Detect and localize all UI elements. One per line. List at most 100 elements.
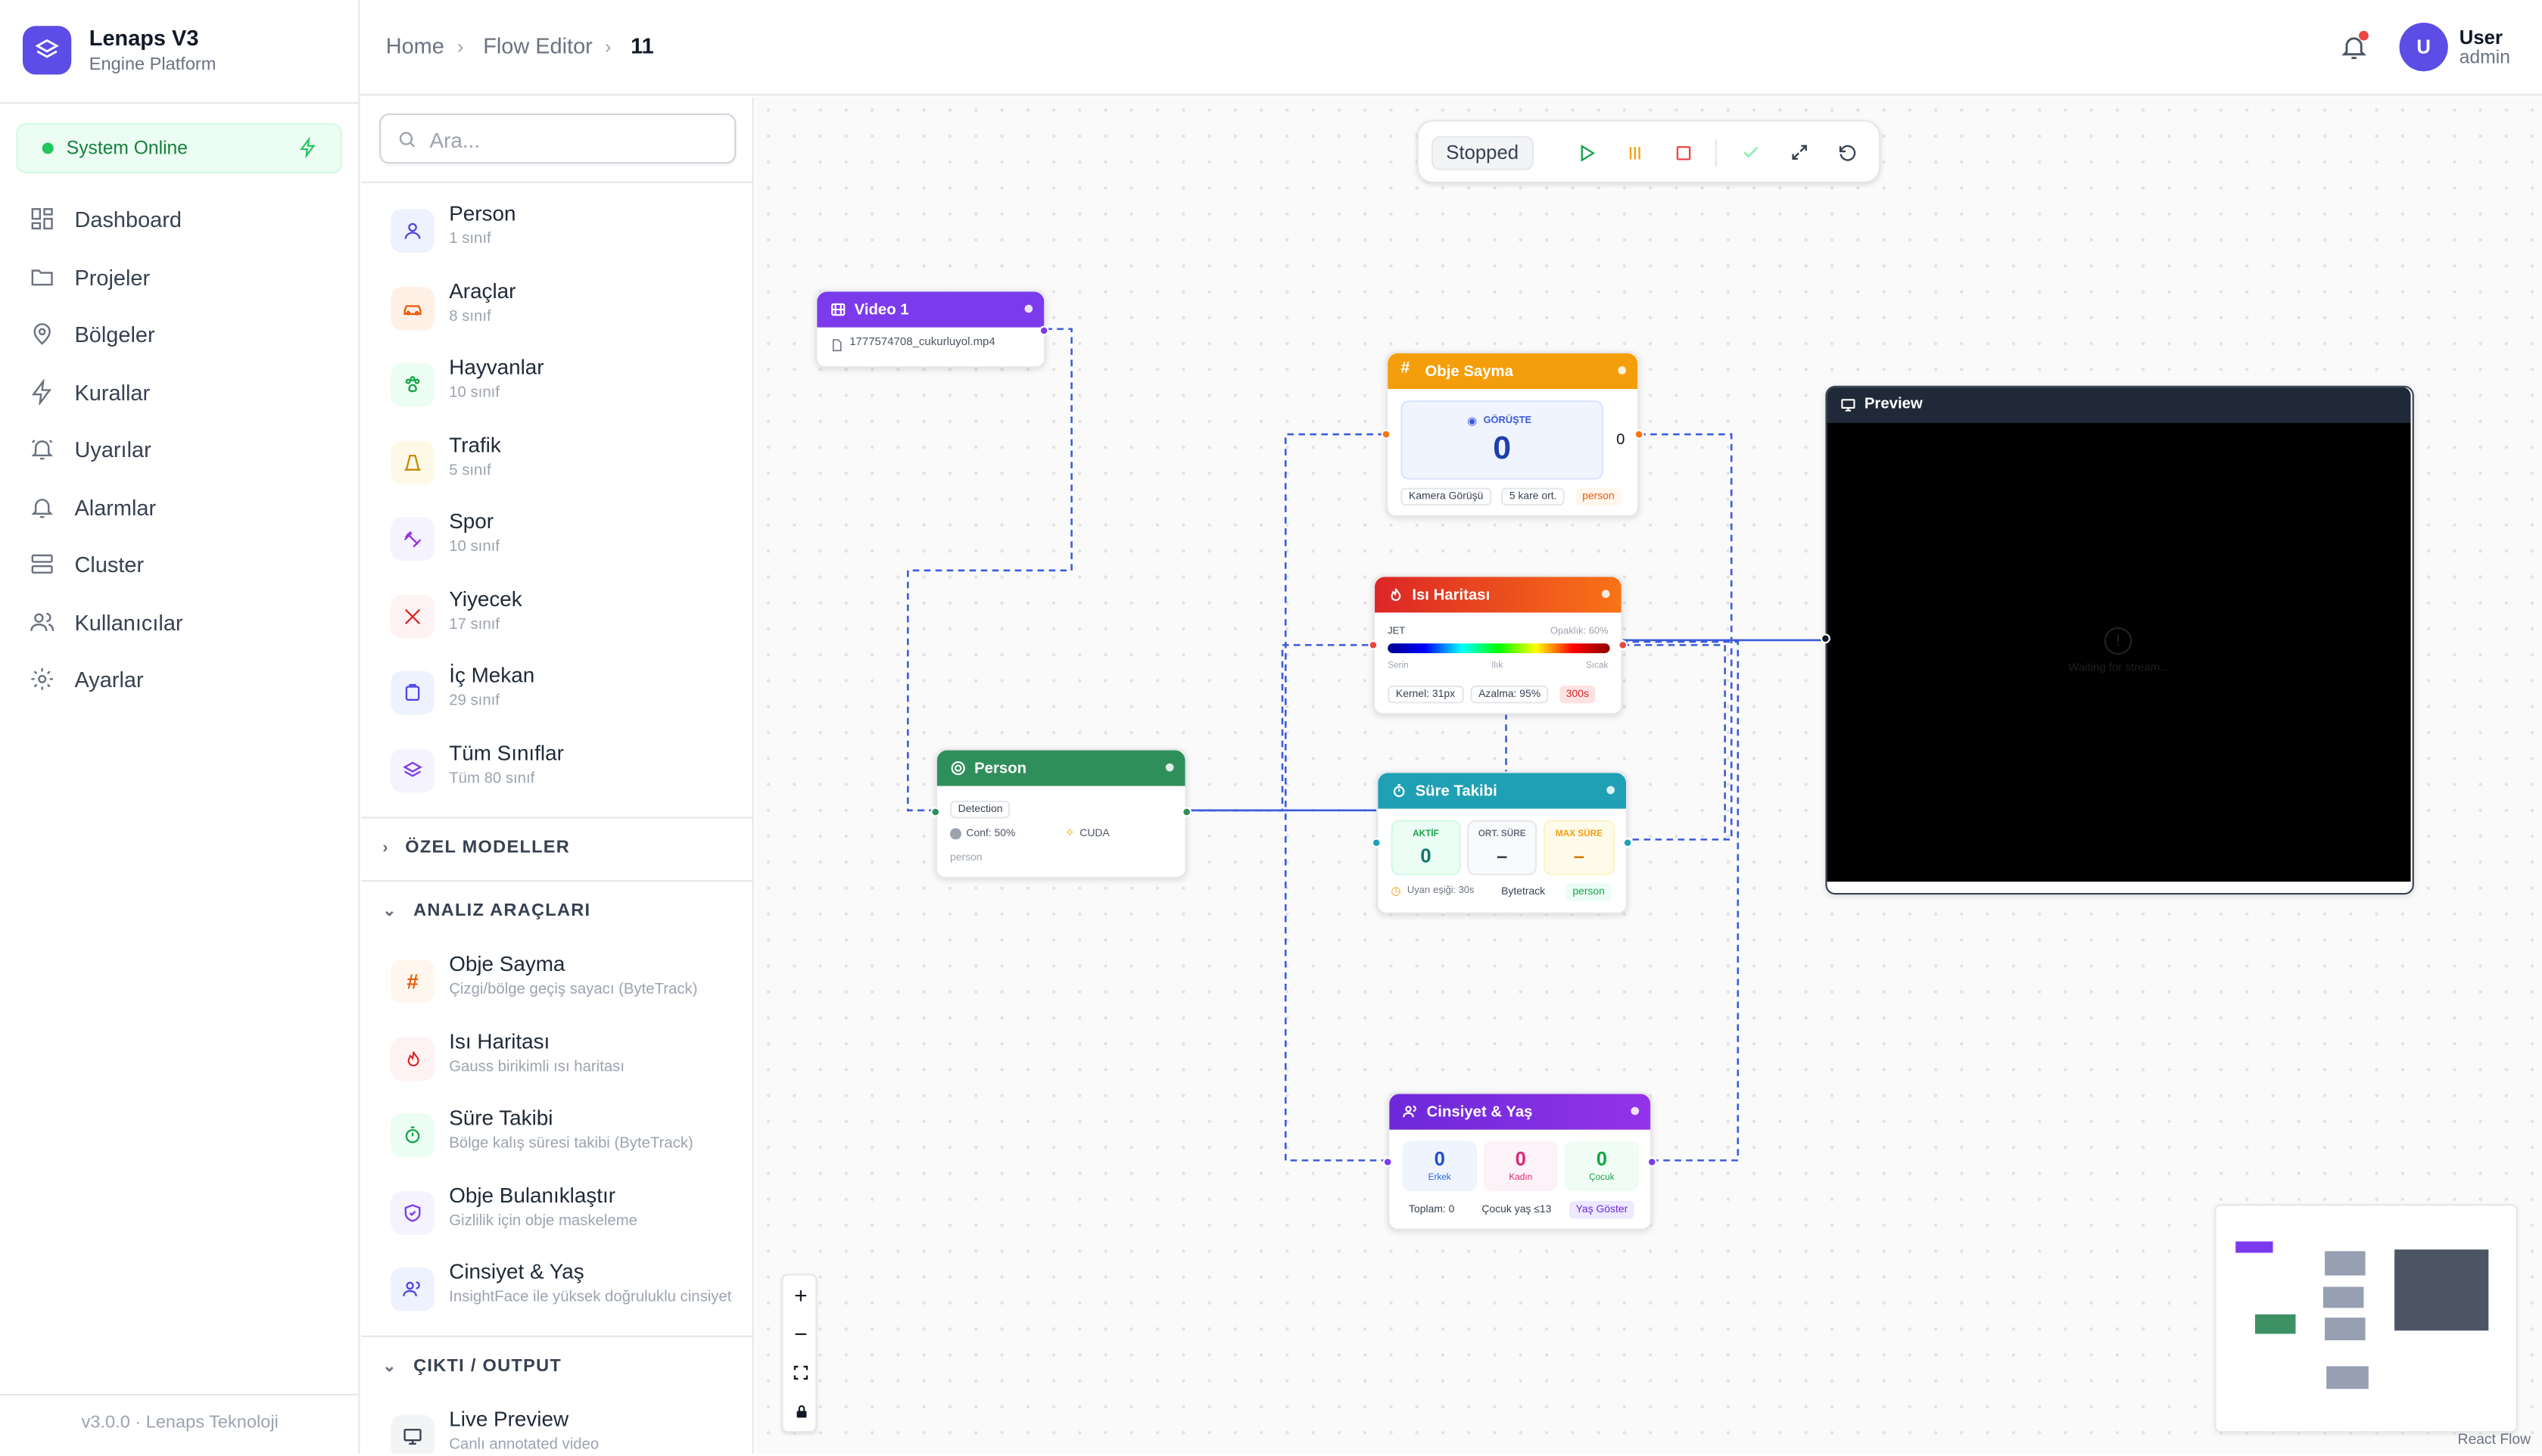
palette-item-araclar[interactable]: Araçlar 8 sınıf bbox=[391, 278, 752, 347]
node-header: Video 1 bbox=[817, 291, 1045, 328]
edge-person-gender[interactable] bbox=[1186, 809, 1390, 1162]
play-button[interactable] bbox=[1572, 139, 1598, 165]
palette-item-trafik[interactable]: Trafik 5 sınıf bbox=[391, 433, 752, 501]
palette-item-isi-haritasi[interactable]: Isı Haritası Gauss birikimli ısı haritas… bbox=[391, 1029, 752, 1097]
fit-view-button[interactable] bbox=[783, 1353, 818, 1392]
edge-heat-preview[interactable] bbox=[1622, 644, 1726, 840]
output-handle[interactable] bbox=[1182, 807, 1192, 817]
input-handle[interactable] bbox=[1381, 429, 1391, 440]
node-cinsiyet-yas[interactable]: Cinsiyet & Yaş 0 Erkek 0 Kadın 0 Çocuk T… bbox=[1382, 1092, 1657, 1230]
pause-button[interactable] bbox=[1621, 139, 1647, 165]
flame-icon bbox=[391, 1037, 435, 1081]
input-handle[interactable] bbox=[1368, 639, 1378, 650]
output-handle[interactable] bbox=[1618, 639, 1628, 650]
zoom-out-button[interactable]: − bbox=[783, 1314, 818, 1353]
node-status-dot bbox=[1606, 786, 1615, 795]
palette-item-cinsiyet-yas[interactable]: Cinsiyet & Yaş InsightFace ile yüksek do… bbox=[391, 1259, 752, 1327]
user-name: User bbox=[2459, 26, 2503, 49]
zoom-in-button[interactable]: + bbox=[783, 1275, 818, 1314]
palette-item-hayvanlar[interactable]: Hayvanlar 10 sınıf bbox=[391, 355, 752, 423]
node-title: Preview bbox=[1864, 395, 1923, 414]
stop-button[interactable] bbox=[1670, 139, 1696, 165]
nav-item-ayarlar[interactable]: Ayarlar bbox=[30, 655, 338, 703]
palette-item-count: 29 sınıf bbox=[449, 692, 500, 711]
palette-item-obje-bulaniklastir[interactable]: Obje Bulanıklaştır Gizlilik için obje ma… bbox=[391, 1183, 752, 1251]
breadcrumb-flow-editor[interactable]: Flow Editor bbox=[483, 34, 593, 58]
palette-item-obje-sayma[interactable]: # Obje Sayma Çizgi/bölge geçiş sayacı (B… bbox=[391, 951, 752, 1019]
nav-item-cluster[interactable]: Cluster bbox=[30, 540, 338, 588]
input-handle[interactable] bbox=[1821, 633, 1830, 644]
node-status-dot bbox=[1631, 1106, 1640, 1115]
react-flow-attribution[interactable]: React Flow bbox=[2458, 1431, 2531, 1447]
fit-view-icon bbox=[793, 1365, 808, 1380]
minimap-node bbox=[2322, 1286, 2364, 1308]
palette-item-ic-mekan[interactable]: İç Mekan 29 sınıf bbox=[391, 663, 752, 731]
child-value: 0 bbox=[1596, 1147, 1608, 1171]
output-handle[interactable] bbox=[1646, 1157, 1657, 1167]
active-label: AKTİF bbox=[1413, 829, 1439, 840]
nav-item-bolgeler[interactable]: Bölgeler bbox=[30, 310, 338, 358]
nav-item-kullanicilar[interactable]: Kullanıcılar bbox=[30, 598, 338, 646]
edge-person-count[interactable] bbox=[1186, 433, 1387, 812]
nav-item-dashboard[interactable]: Dashboard bbox=[30, 194, 338, 243]
node-obje-sayma[interactable]: # Obje Sayma ◉ GÖRÜŞTE 0 0 Kamera Görüşü… bbox=[1381, 351, 1644, 518]
node-isi-haritasi[interactable]: Isı Haritası JET Opaklık: 60% Serin Ilık… bbox=[1368, 575, 1628, 715]
waiting-text: Waiting for stream... bbox=[2068, 662, 2170, 674]
active-stat: AKTİF 0 bbox=[1391, 820, 1461, 876]
palette-item-sure-takibi[interactable]: Süre Takibi Bölge kalış süresi takibi (B… bbox=[391, 1105, 752, 1174]
edge-count-preview[interactable] bbox=[1628, 433, 1733, 841]
output-handle[interactable] bbox=[1622, 838, 1633, 848]
node-sure-takibi[interactable]: Süre Takibi AKTİF 0 ORT. SÜRE – MAX SÜRE… bbox=[1371, 771, 1633, 914]
palette-item-count: Tüm 80 sınıf bbox=[449, 770, 535, 788]
input-handle[interactable] bbox=[1382, 1157, 1393, 1167]
nav-item-uyarilar[interactable]: Uyarılar bbox=[30, 425, 338, 473]
section-output[interactable]: ⌄ ÇIKTI / OUTPUT bbox=[382, 1357, 562, 1377]
node-preview[interactable]: Preview ! Waiting for stream... bbox=[1821, 385, 2414, 895]
palette-item-tum-siniflar[interactable]: Tüm Sınıflar Tüm 80 sınıf bbox=[391, 741, 752, 809]
input-handle[interactable] bbox=[1371, 838, 1382, 848]
search-input[interactable] bbox=[429, 124, 722, 154]
palette-item-live-preview[interactable]: Live Preview Canlı annotated video bbox=[391, 1407, 752, 1454]
nav-item-alarmlar[interactable]: Alarmlar bbox=[30, 483, 338, 531]
input-handle[interactable] bbox=[930, 807, 941, 817]
output-handle[interactable] bbox=[1634, 429, 1644, 440]
count-display: ◉ GÖRÜŞTE 0 bbox=[1400, 400, 1604, 480]
reset-button[interactable] bbox=[1833, 139, 1859, 165]
minimap[interactable] bbox=[2214, 1204, 2518, 1433]
node-person[interactable]: Person Detection Conf: 50% ✧ CUDA person bbox=[930, 748, 1192, 879]
palette-item-spor[interactable]: Spor 10 sınıf bbox=[391, 509, 752, 577]
shield-icon bbox=[391, 1191, 435, 1235]
edge-person-heat[interactable] bbox=[1186, 644, 1373, 812]
avatar[interactable]: U bbox=[2399, 22, 2448, 72]
male-stat: 0 Erkek bbox=[1402, 1140, 1477, 1192]
minimap-node bbox=[2325, 1318, 2366, 1341]
fullscreen-button[interactable] bbox=[1787, 139, 1812, 165]
section-custom-models[interactable]: › ÖZEL MODELLER bbox=[382, 838, 570, 857]
palette-item-desc: InsightFace ile yüksek doğruluklu cinsiy… bbox=[449, 1288, 732, 1307]
node-video[interactable]: Video 1 1777574708_cukurluyol.mp4 bbox=[815, 290, 1049, 369]
palette-item-name: Süre Takibi bbox=[449, 1105, 553, 1130]
edge-video-person[interactable] bbox=[907, 328, 1073, 812]
hash-icon: # bbox=[391, 959, 435, 1003]
section-analysis-tools[interactable]: ⌄ ANALIZ ARAÇLARI bbox=[382, 901, 590, 921]
settings-icon bbox=[31, 668, 53, 690]
validate-button[interactable] bbox=[1738, 139, 1764, 165]
top-bar: Home › Flow Editor › 11 U User admin bbox=[360, 0, 2542, 96]
flow-canvas[interactable]: Stopped Video 1 1777574708_cukurluyol.mp… bbox=[755, 97, 2542, 1454]
palette-item-name: Obje Sayma bbox=[449, 951, 565, 976]
logo[interactable] bbox=[22, 26, 72, 75]
node-status-dot bbox=[1165, 763, 1174, 772]
monitor-icon bbox=[1841, 399, 1855, 412]
users-icon bbox=[391, 1267, 435, 1311]
palette-item-person[interactable]: Person 1 sınıf bbox=[391, 201, 752, 269]
palette-item-yiyecek[interactable]: Yiyecek 17 sınıf bbox=[391, 586, 752, 655]
output-handle[interactable] bbox=[1039, 325, 1049, 336]
nav-item-kurallar[interactable]: Kurallar bbox=[30, 368, 338, 416]
breadcrumb-home[interactable]: Home bbox=[386, 34, 444, 58]
max-duration-stat: MAX SÜRE – bbox=[1543, 820, 1615, 876]
status-dot-icon bbox=[42, 142, 54, 154]
lock-button[interactable] bbox=[783, 1392, 818, 1431]
nav-item-projeler[interactable]: Projeler bbox=[30, 253, 338, 301]
stop-icon bbox=[1675, 145, 1690, 160]
edge-gender-preview[interactable] bbox=[1624, 640, 1740, 1162]
